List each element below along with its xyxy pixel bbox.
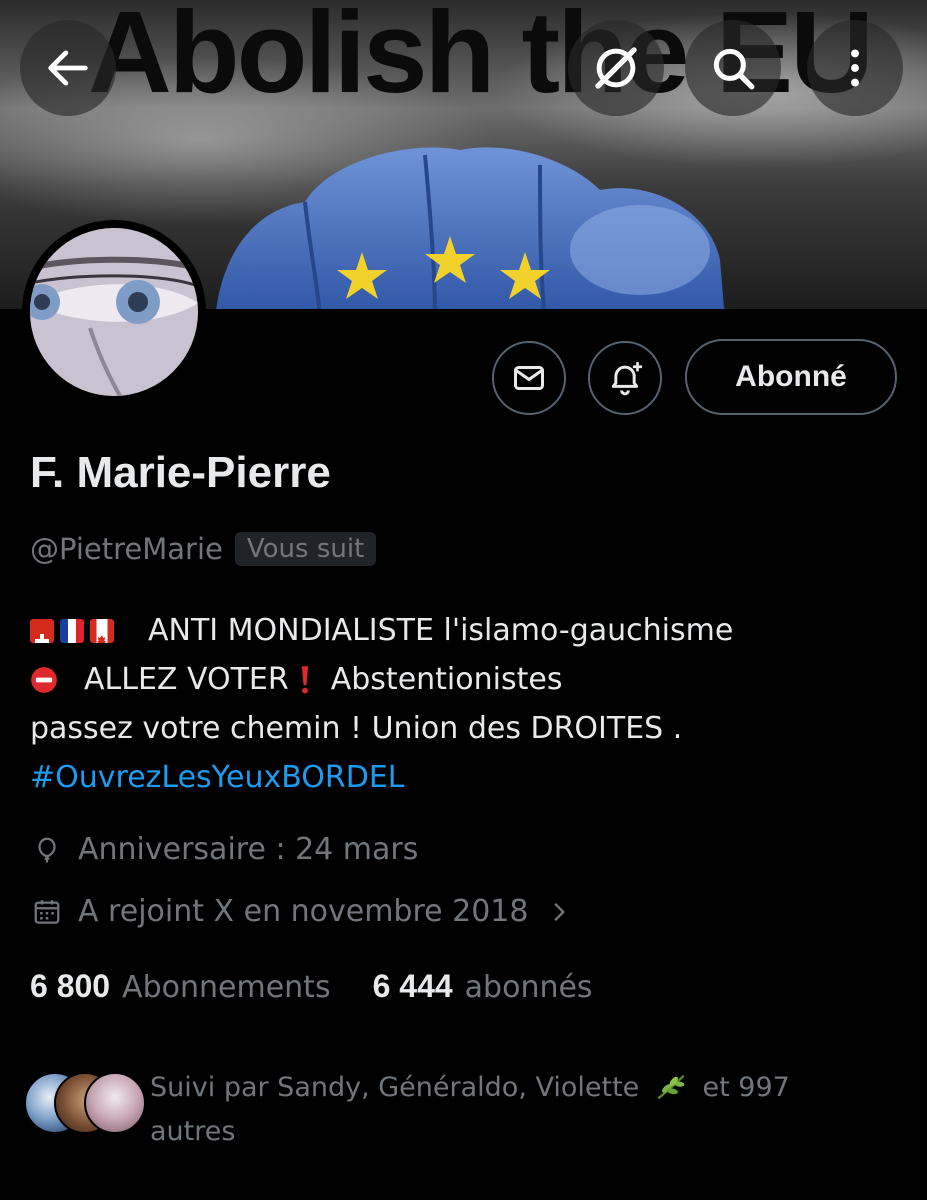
avatar-image: [30, 228, 198, 396]
message-button[interactable]: [492, 341, 566, 415]
known-followers[interactable]: Suivi par Sandy, Généraldo, Violette et …: [24, 1066, 830, 1154]
username: @PietreMarie: [30, 532, 223, 566]
more-vertical-icon: [851, 49, 859, 87]
bio-line-4: #OuvrezLesYeuxBORDEL: [30, 753, 910, 802]
search-icon: [713, 48, 755, 90]
known-followers-avatars: [24, 1072, 146, 1134]
herb-icon: [657, 1074, 685, 1100]
bio-hashtag-link[interactable]: #OuvrezLesYeuxBORDEL: [30, 753, 405, 802]
notifications-button[interactable]: [588, 341, 662, 415]
following-link[interactable]: 6 800 Abonnements: [30, 968, 331, 1005]
balloon-icon: [38, 837, 56, 862]
handle-row: @PietreMarie Vous suit: [30, 532, 377, 566]
known-followers-text: Suivi par Sandy, Généraldo, Violette et …: [150, 1066, 830, 1154]
followers-link[interactable]: 6 444 abonnés: [373, 968, 593, 1005]
banner-text: Abolish the EU: [88, 0, 874, 117]
search-button[interactable]: [685, 20, 781, 116]
grok-icon: [595, 47, 637, 89]
eu-fist-image: [216, 147, 725, 309]
birthday-row: Anniversaire : 24 mars: [32, 832, 418, 867]
joined-text: A rejoint X en novembre 2018: [78, 894, 529, 929]
known-followers-line2: autres: [150, 1116, 236, 1147]
chevron-right-icon: [555, 902, 566, 921]
following-button[interactable]: Abonné: [685, 339, 897, 415]
follow-stats: 6 800 Abonnements 6 444 abonnés: [30, 968, 593, 1005]
back-button[interactable]: [20, 20, 116, 116]
following-count: 6 800: [30, 968, 111, 1004]
known-followers-line1b: et 997: [702, 1072, 790, 1103]
bio-line-2: ALLEZ VOTER Abstentionistes: [30, 655, 910, 704]
bio-text-2: ALLEZ VOTER: [84, 662, 289, 697]
avatar[interactable]: [22, 220, 206, 404]
french-flag-icon: [60, 618, 84, 643]
arrow-left-icon: [48, 50, 88, 86]
bio-line-3: passez votre chemin ! Union des DROITES …: [30, 711, 683, 746]
exclamation-icon: [301, 665, 308, 693]
more-button[interactable]: [807, 20, 903, 116]
followers-label: abonnés: [464, 970, 593, 1005]
calendar-icon: [34, 899, 60, 924]
bio: ANTI MONDIALISTE l'islamo-gauchisme ALLE…: [30, 606, 910, 802]
bell-plus-icon: [611, 362, 643, 396]
follower-avatar: [84, 1072, 146, 1134]
grok-button[interactable]: [568, 20, 664, 116]
bio-text-2b: Abstentionistes: [330, 662, 563, 697]
swiss-flag-icon: [30, 618, 54, 643]
joined-row[interactable]: A rejoint X en novembre 2018: [32, 894, 572, 929]
birthday-text: Anniversaire : 24 mars: [78, 832, 419, 867]
bio-line-1: ANTI MONDIALISTE l'islamo-gauchisme: [30, 606, 910, 655]
no-entry-icon: [31, 666, 57, 693]
display-name: F. Marie-Pierre: [30, 448, 331, 497]
following-label: Abonnements: [122, 970, 331, 1005]
mail-icon: [514, 366, 544, 390]
follows-you-badge: Vous suit: [234, 532, 377, 566]
canadian-flag-icon: [90, 618, 114, 643]
known-followers-line1: Suivi par Sandy, Généraldo, Violette: [150, 1072, 640, 1103]
bio-text-1: ANTI MONDIALISTE l'islamo-gauchisme: [148, 613, 734, 648]
followers-count: 6 444: [372, 968, 453, 1004]
